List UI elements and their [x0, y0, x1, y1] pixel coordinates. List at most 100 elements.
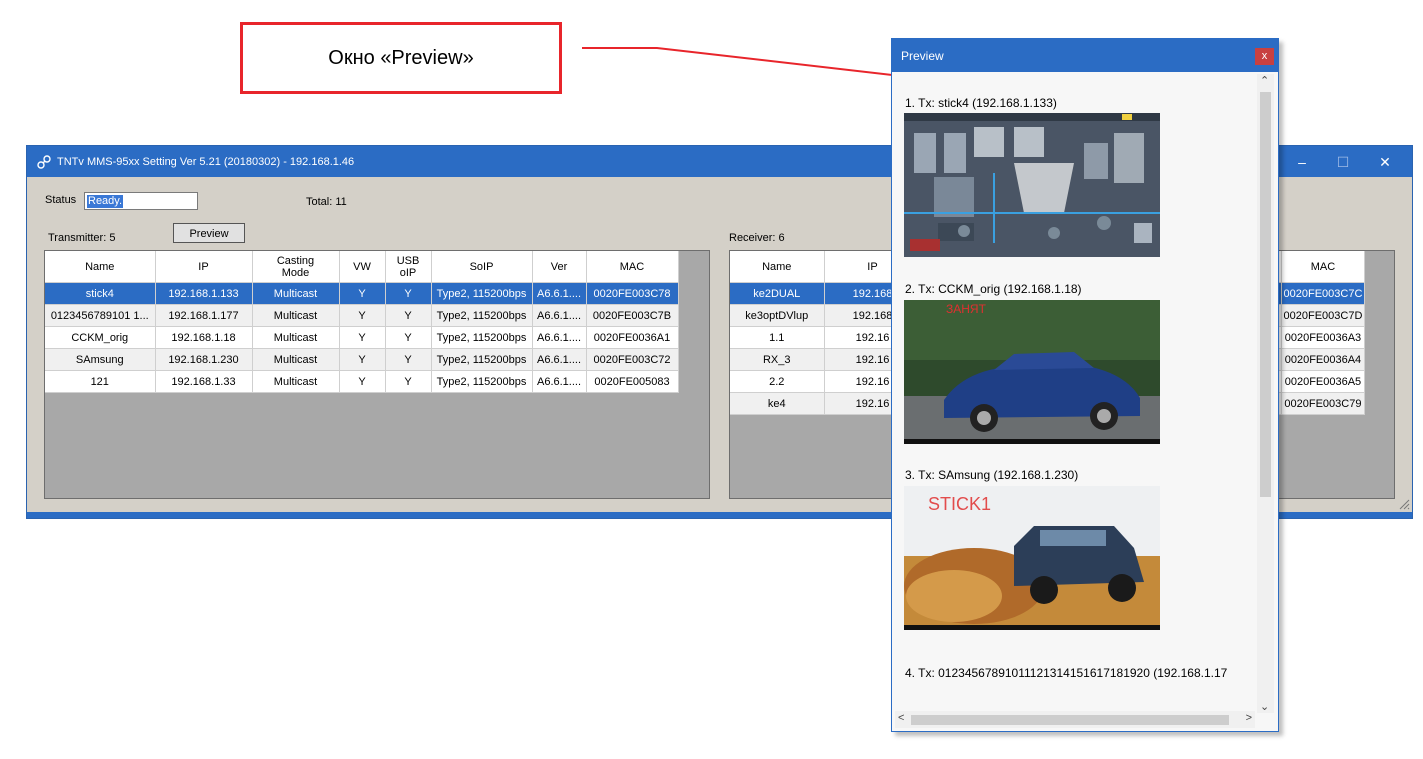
- transmitter-table: Name IP Casting Mode VW USB oIP SoIP Ver M…: [44, 250, 710, 499]
- cell-name: SAmsung: [45, 348, 156, 371]
- cell-vw: Y: [339, 326, 386, 349]
- preview-item-label-1: 1. Tx: stick4 (192.168.1.133): [905, 96, 1057, 110]
- cell-name: RX_3: [730, 348, 825, 371]
- status-label: Status: [45, 194, 77, 206]
- col-usb-oip[interactable]: USB oIP: [385, 251, 432, 283]
- cell-vw: Y: [339, 304, 386, 327]
- preview-vertical-scrollbar[interactable]: ⌃ ⌄: [1257, 74, 1274, 713]
- cell-mode: Multicast: [252, 326, 340, 349]
- cell-name: 121: [45, 370, 156, 393]
- cell-name: stick4: [45, 282, 156, 305]
- scroll-up-icon[interactable]: ⌃: [1260, 74, 1269, 87]
- cell-usb: Y: [385, 370, 432, 393]
- col-usb-line1: USB: [396, 254, 420, 267]
- horizontal-scroll-thumb[interactable]: [911, 715, 1229, 725]
- cell-vw: Y: [339, 348, 386, 371]
- cell-vw: Y: [339, 370, 386, 393]
- table-row[interactable]: CCKM_orig 192.168.1.18 Multicast Y Y Type2, 1…: [45, 326, 679, 349]
- callout-text: Окно «Preview»: [328, 46, 474, 69]
- cell-name: CCKM_orig: [45, 326, 156, 349]
- cell-mac: 0020FE003C7C: [1281, 282, 1366, 305]
- cell-name: 0123456789101 1...: [45, 304, 156, 327]
- cell-soip: Type2, 115200bps: [431, 282, 533, 305]
- preview-item-label-2: 2. Tx: CCKM_orig (192.168.1.18): [905, 282, 1082, 296]
- cell-name: 2.2: [730, 370, 825, 393]
- cell-mode: Multicast: [252, 304, 340, 327]
- total-count: Total: 11: [306, 196, 347, 208]
- col-vw[interactable]: VW: [339, 251, 386, 283]
- table-row[interactable]: 0123456789101 1... 192.168.1.177 Multicast…: [45, 304, 679, 327]
- cell-soip: Type2, 115200bps: [431, 348, 533, 371]
- car-photo-thumbnail: [904, 300, 1160, 444]
- col-mac[interactable]: MAC: [586, 251, 679, 283]
- table-header-row: Name IP Casting Mode VW USB oIP SoIP Ver M…: [45, 251, 679, 283]
- col-casting-line1: Casting: [276, 254, 315, 267]
- preview-thumbnail-1[interactable]: [904, 113, 1160, 257]
- vertical-scroll-thumb[interactable]: [1260, 92, 1271, 497]
- cell-mode: Multicast: [252, 282, 340, 305]
- scroll-right-icon[interactable]: >: [1246, 712, 1252, 724]
- cell-ver: A6.6.1....: [532, 370, 587, 393]
- cell-mac: 0020FE0036A3: [1281, 326, 1366, 349]
- col-name[interactable]: Name: [730, 251, 825, 283]
- cell-ip: 192.168.1.33: [155, 370, 253, 393]
- cell-soip: Type2, 115200bps: [431, 326, 533, 349]
- cell-ip: 192.168.1.133: [155, 282, 253, 305]
- thumbnail-2-overlay-text: ЗАНЯТ: [946, 302, 986, 316]
- link-icon: [37, 154, 51, 169]
- cell-usb: Y: [385, 326, 432, 349]
- table-row[interactable]: SAmsung 192.168.1.230 Multicast Y Y Type2, 11…: [45, 348, 679, 371]
- preview-close-button[interactable]: x: [1255, 48, 1274, 65]
- receiver-count: Receiver: 6: [729, 232, 785, 244]
- close-button[interactable]: ✕: [1375, 154, 1395, 170]
- col-usb-line2: oIP: [399, 266, 417, 279]
- preview-item-label-4: 4. Tx: 01234567891011121314151617181920 …: [905, 666, 1228, 680]
- preview-thumbnail-3[interactable]: STICK1: [904, 486, 1160, 630]
- table-row[interactable]: 121 192.168.1.33 Multicast Y Y Type2, 115200b…: [45, 370, 679, 393]
- cell-soip: Type2, 115200bps: [431, 370, 533, 393]
- scroll-down-icon[interactable]: ⌄: [1260, 700, 1269, 713]
- cell-ver: A6.6.1....: [532, 348, 587, 371]
- scroll-left-icon[interactable]: <: [898, 712, 904, 724]
- cell-usb: Y: [385, 304, 432, 327]
- cell-ver: A6.6.1....: [532, 304, 587, 327]
- cell-mode: Multicast: [252, 370, 340, 393]
- cell-mac: 0020FE003C7B: [586, 304, 679, 327]
- cell-ver: A6.6.1....: [532, 326, 587, 349]
- cell-mac: 0020FE003C7D: [1281, 304, 1366, 327]
- cell-ip: 192.168.1.18: [155, 326, 253, 349]
- preview-titlebar[interactable]: Preview: [892, 39, 1278, 72]
- preview-button[interactable]: Preview: [173, 223, 245, 243]
- cell-mac: 0020FE0036A4: [1281, 348, 1366, 371]
- resize-grip-icon[interactable]: [1398, 498, 1410, 510]
- cell-usb: Y: [385, 348, 432, 371]
- col-ip[interactable]: IP: [155, 251, 253, 283]
- col-casting-line2: Mode: [281, 266, 310, 279]
- cell-vw: Y: [339, 282, 386, 305]
- status-value: Ready.: [87, 195, 124, 208]
- cell-mac: 0020FE0036A5: [1281, 370, 1366, 393]
- annotation-callout: Окно «Preview»: [240, 22, 562, 94]
- minimize-button[interactable]: –: [1292, 154, 1312, 170]
- cell-mac: 0020FE003C78: [586, 282, 679, 305]
- cell-ip: 192.168.1.230: [155, 348, 253, 371]
- col-ver[interactable]: Ver: [532, 251, 587, 283]
- col-casting-mode[interactable]: Casting Mode: [252, 251, 340, 283]
- cell-mac: 0020FE003C79: [1281, 392, 1366, 415]
- status-field[interactable]: Ready.: [84, 192, 198, 210]
- cell-mac: 0020FE003C72: [586, 348, 679, 371]
- col-name[interactable]: Name: [45, 251, 156, 283]
- cell-name: 1.1: [730, 326, 825, 349]
- preview-horizontal-scrollbar[interactable]: < >: [895, 711, 1255, 728]
- cell-mode: Multicast: [252, 348, 340, 371]
- cell-ver: A6.6.1....: [532, 282, 587, 305]
- col-mac[interactable]: MAC: [1281, 251, 1366, 283]
- table-row[interactable]: stick4 192.168.1.133 Multicast Y Y Type2, 115…: [45, 282, 679, 305]
- scada-screen-thumbnail: [904, 113, 1160, 257]
- cell-ip: 192.168.1.177: [155, 304, 253, 327]
- preview-thumbnail-2[interactable]: ЗАНЯТ: [904, 300, 1160, 444]
- col-soip[interactable]: SoIP: [431, 251, 533, 283]
- maximize-button[interactable]: ☐: [1333, 154, 1353, 170]
- preview-window: Preview x 1. Tx: stick4 (192.168.1.133): [891, 38, 1279, 732]
- preview-title: Preview: [901, 48, 944, 63]
